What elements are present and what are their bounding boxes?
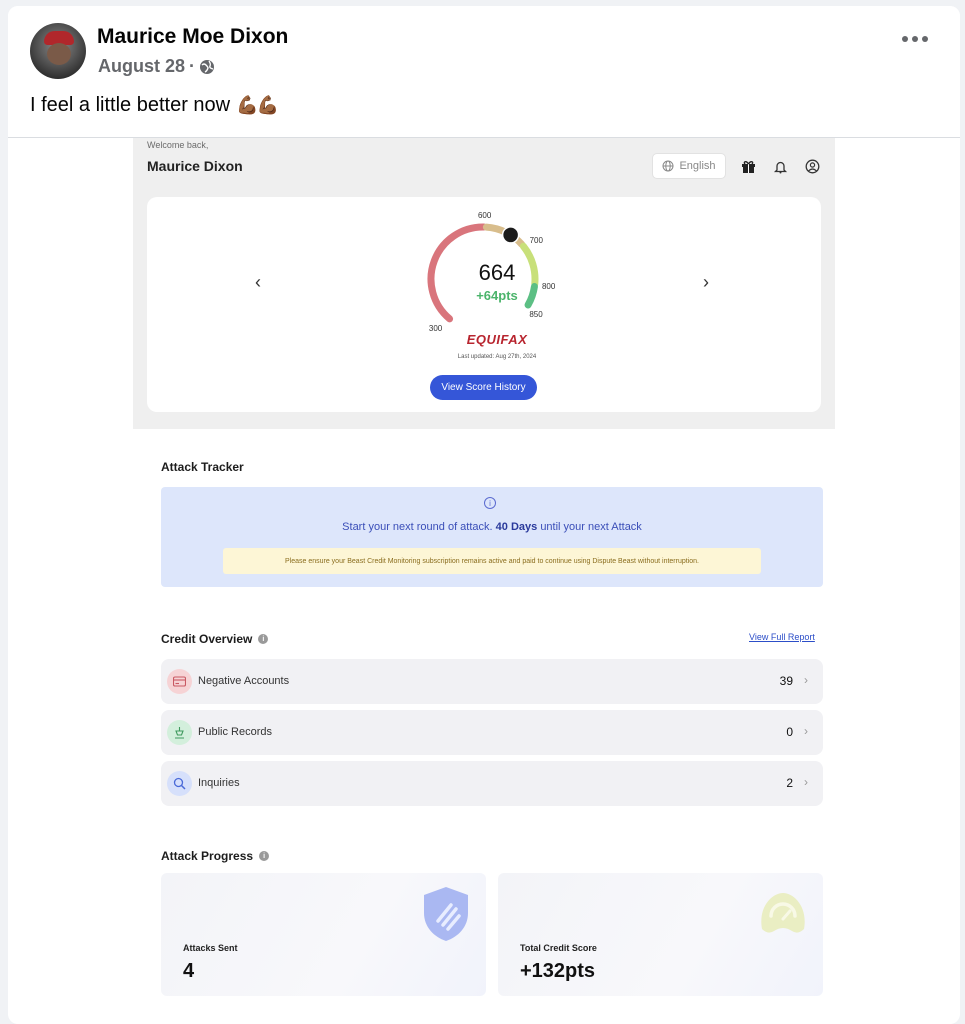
more-options-button[interactable] <box>902 36 928 42</box>
facebook-post: Maurice Moe Dixon August 28 · I feel a l… <box>8 6 960 1024</box>
gift-icon[interactable] <box>739 157 757 175</box>
language-label: English <box>679 160 716 172</box>
user-name: Maurice Dixon <box>147 158 243 174</box>
card-value: +132pts <box>520 960 596 982</box>
bell-icon[interactable] <box>771 157 789 175</box>
row-count: 0 <box>786 725 793 739</box>
credit-score-value: 664 <box>478 260 516 285</box>
speedometer-icon <box>761 893 805 933</box>
overview-row-inquiries[interactable]: Inquiries 2 › <box>161 761 823 806</box>
card-label: Attacks Sent <box>183 943 238 953</box>
globe-icon <box>200 59 215 74</box>
row-label: Public Records <box>198 726 272 738</box>
meta-separator: · <box>189 56 196 76</box>
score-change: +64pts <box>476 288 518 303</box>
credit-overview-title-text: Credit Overview <box>161 632 253 646</box>
credit-score-card: ‹ › 300 600 700 800 850 664 +64pts EQUIFAX L… <box>147 197 821 412</box>
gauge-tick-label: 850 <box>529 310 543 319</box>
gauge-tick-label: 600 <box>478 211 492 220</box>
countdown-prefix: Start your next round of attack. <box>342 521 493 533</box>
info-icon[interactable]: i <box>259 851 270 861</box>
last-updated: Last updated: Aug 27th, 2024 <box>457 354 537 360</box>
profile-icon[interactable] <box>803 157 821 175</box>
negative-accounts-icon <box>167 669 192 694</box>
dashboard-header: Welcome back, Maurice Dixon English ‹ › … <box>133 138 835 429</box>
post-text-content: I feel a little better now <box>30 94 231 116</box>
row-count: 39 <box>779 674 793 688</box>
chevron-right-icon: › <box>804 775 808 789</box>
view-score-history-button[interactable]: View Score History <box>430 375 537 400</box>
attacks-sent-card: Attacks Sent 4 <box>161 873 486 996</box>
attack-tracker-title: Attack Tracker <box>161 460 244 474</box>
attack-tracker-title-text: Attack Tracker <box>161 460 244 474</box>
language-selector[interactable]: English <box>652 153 726 179</box>
card-label: Total Credit Score <box>520 943 597 953</box>
row-count: 2 <box>786 776 793 790</box>
attack-countdown: Start your next round of attack. 40 Days… <box>161 521 823 533</box>
flexed-biceps-emoji: 💪🏾💪🏾 <box>236 95 279 115</box>
card-value: 4 <box>183 960 195 982</box>
post-text: I feel a little better now 💪🏾💪🏾 <box>30 94 279 117</box>
attack-progress-title-text: Attack Progress <box>161 849 254 863</box>
welcome-text: Welcome back, <box>147 140 209 150</box>
post-author[interactable]: Maurice Moe Dixon <box>97 25 288 49</box>
countdown-suffix: until your next Attack <box>540 521 642 533</box>
post-header: Maurice Moe Dixon August 28 · I feel a l… <box>8 6 960 138</box>
credit-overview-title: Credit Overview i <box>161 632 269 646</box>
row-label: Negative Accounts <box>198 675 290 687</box>
subscription-notice: Please ensure your Beast Credit Monitori… <box>223 548 761 574</box>
countdown-days: 40 Days <box>495 521 538 533</box>
info-icon: i <box>484 497 496 509</box>
view-full-report-link[interactable]: View Full Report <box>749 632 815 642</box>
overview-row-negative-accounts[interactable]: Negative Accounts 39 › <box>161 659 823 704</box>
chevron-right-icon: › <box>804 673 808 687</box>
attack-progress-title: Attack Progress i <box>161 849 270 863</box>
row-label: Inquiries <box>198 777 240 789</box>
post-date[interactable]: August 28 <box>98 56 185 77</box>
gauge-tick-label: 700 <box>530 236 544 245</box>
total-credit-score-card: Total Credit Score +132pts <box>498 873 823 996</box>
overview-row-public-records[interactable]: Public Records 0 › <box>161 710 823 755</box>
inquiries-icon <box>167 771 192 796</box>
language-globe-icon <box>662 160 674 172</box>
gauge-tick-label: 300 <box>429 324 443 333</box>
attached-screenshot[interactable]: Welcome back, Maurice Dixon English ‹ › … <box>133 138 835 1024</box>
avatar[interactable] <box>30 23 86 79</box>
chevron-right-icon: › <box>804 724 808 738</box>
public-records-icon <box>167 720 192 745</box>
shield-icon <box>424 887 468 941</box>
attack-tracker-banner: i Start your next round of attack. 40 Da… <box>161 487 823 587</box>
info-icon[interactable]: i <box>258 634 269 644</box>
post-meta: August 28 · <box>98 56 215 77</box>
score-marker <box>501 226 520 244</box>
equifax-logo: EQUIFAX <box>466 332 528 347</box>
